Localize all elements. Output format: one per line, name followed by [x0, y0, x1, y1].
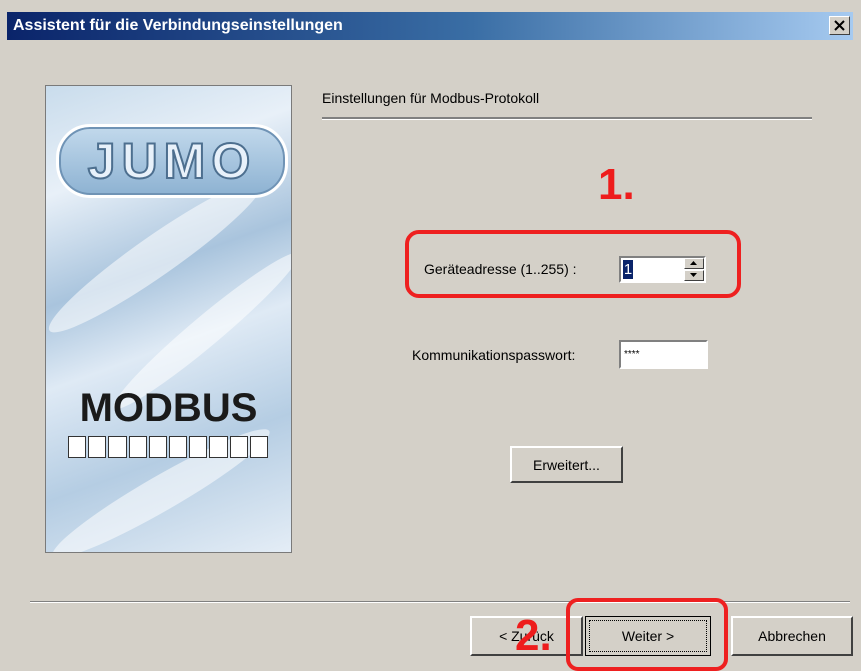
frame-cell: [148, 436, 168, 458]
frame-cell: [108, 436, 127, 458]
title-bar: Assistent für die Verbindungseinstellung…: [7, 12, 853, 40]
frame-cell: [88, 436, 107, 458]
arrow-up-icon: [690, 261, 697, 265]
frame-cell: [249, 436, 269, 458]
device-address-selected-text: 1: [623, 260, 633, 279]
modbus-frame-strip: [68, 436, 269, 458]
step2-annotation: 2.: [515, 611, 552, 660]
password-field[interactable]: [619, 340, 708, 369]
frame-cell: [189, 436, 208, 458]
modbus-title: MODBUS: [79, 386, 258, 430]
highlight-box-next: [566, 598, 728, 671]
modbus-image-panel: JUMO MODBUS: [45, 85, 292, 553]
bottom-divider: [30, 601, 850, 603]
jumo-logo-text: JUMO: [87, 132, 257, 190]
password-label: Kommunikationspasswort:: [412, 347, 576, 363]
device-address-spinbox: 1: [619, 256, 706, 283]
frame-cell: [68, 436, 87, 458]
arrow-down-icon: [690, 273, 697, 277]
header-divider: [322, 117, 812, 120]
frame-cell: [128, 436, 147, 458]
advanced-button[interactable]: Erweitert...: [510, 446, 623, 483]
device-address-label: Geräteadresse (1..255) :: [424, 261, 577, 277]
section-header: Einstellungen für Modbus-Protokoll: [322, 90, 540, 106]
window-title: Assistent für die Verbindungseinstellung…: [13, 17, 343, 34]
frame-cell: [209, 436, 228, 458]
wizard-window: Assistent für die Verbindungseinstellung…: [0, 0, 861, 671]
frame-cell: [229, 436, 248, 458]
close-button[interactable]: [829, 16, 850, 35]
cancel-button[interactable]: Abbrechen: [731, 616, 853, 656]
step1-annotation: 1.: [598, 160, 635, 209]
spin-up-button[interactable]: [684, 258, 704, 269]
close-icon: [834, 20, 845, 31]
spin-down-button[interactable]: [684, 270, 704, 281]
frame-cell: [169, 436, 188, 458]
jumo-logo: JUMO: [56, 124, 288, 198]
